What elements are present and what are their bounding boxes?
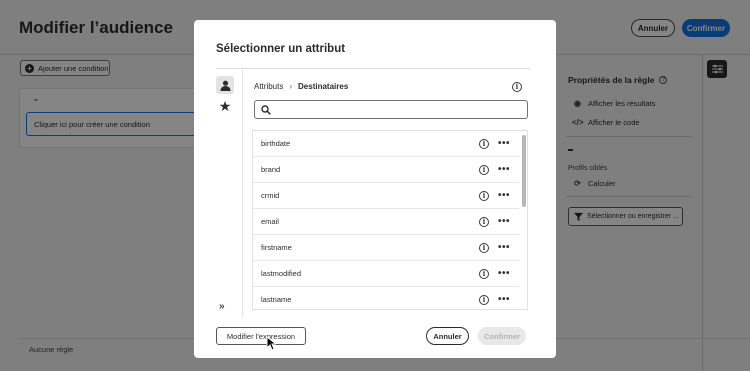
attribute-row[interactable]: email i ••• [253, 209, 519, 235]
attribute-name: birthdate [261, 139, 291, 148]
attribute-name: lastname [261, 295, 292, 304]
attribute-row[interactable]: birthdate i ••• [253, 131, 519, 157]
more-icon[interactable]: ••• [498, 216, 510, 227]
info-icon[interactable]: i [479, 268, 489, 279]
info-icon[interactable]: i [479, 294, 489, 305]
more-icon[interactable]: ••• [498, 268, 510, 279]
info-icon[interactable]: i [512, 82, 522, 92]
info-icon[interactable]: i [479, 164, 489, 175]
search-input[interactable] [276, 105, 527, 114]
more-icon[interactable]: ••• [498, 190, 510, 201]
rail-tab-favorites[interactable]: ★ [216, 97, 234, 115]
dialog-header-divider [216, 68, 530, 69]
more-icon[interactable]: ••• [498, 242, 510, 253]
info-icon[interactable]: i [479, 190, 489, 201]
attribute-name: brand [261, 165, 281, 174]
breadcrumb-recipients: Destinataires [298, 82, 349, 91]
edit-expression-button[interactable]: Modifier l'expression [216, 327, 306, 345]
dialog-cancel-button[interactable]: Annuler [426, 327, 469, 345]
attribute-name: email [261, 217, 279, 226]
attribute-row[interactable]: crmid i ••• [253, 183, 519, 209]
mouse-cursor-icon [266, 336, 276, 351]
attribute-row[interactable]: lastmodified i ••• [253, 261, 519, 287]
more-icon[interactable]: ••• [498, 138, 510, 149]
attribute-name: lastmodified [261, 269, 302, 278]
scrollbar-thumb[interactable] [522, 135, 526, 207]
attribute-list: lastname i ••• lastmodified i ••• firstname i ••… [252, 130, 528, 310]
info-icon[interactable]: i [479, 242, 489, 253]
attribute-row[interactable]: brand i ••• [253, 157, 519, 183]
rail-tab-attributes[interactable] [216, 76, 234, 94]
info-icon[interactable]: i [479, 216, 489, 227]
attribute-row[interactable]: lastname i ••• [253, 287, 519, 309]
rail-divider [242, 70, 243, 318]
select-attribute-dialog: Sélectionner un attribut ★ » Attributs ›… [194, 20, 556, 358]
more-icon[interactable]: ••• [498, 164, 510, 175]
attribute-row[interactable]: firstname i ••• [253, 235, 519, 261]
search-icon [261, 104, 271, 115]
attribute-search[interactable] [254, 100, 528, 119]
attribute-name: firstname [261, 243, 292, 252]
chevron-right-icon: › [289, 82, 293, 91]
star-icon: ★ [218, 97, 232, 114]
breadcrumb-attributes[interactable]: Attributs [254, 82, 283, 91]
person-icon [219, 80, 231, 91]
rail-expand-button[interactable]: » [219, 301, 225, 312]
attribute-name: crmid [261, 191, 280, 200]
double-chevron-right-icon: » [219, 301, 225, 312]
more-icon[interactable]: ••• [498, 294, 510, 305]
breadcrumb: Attributs › Destinataires [254, 82, 348, 91]
info-icon[interactable]: i [479, 138, 489, 149]
dialog-confirm-button[interactable]: Confirmer [478, 327, 526, 345]
dialog-title: Sélectionner un attribut [216, 43, 346, 55]
